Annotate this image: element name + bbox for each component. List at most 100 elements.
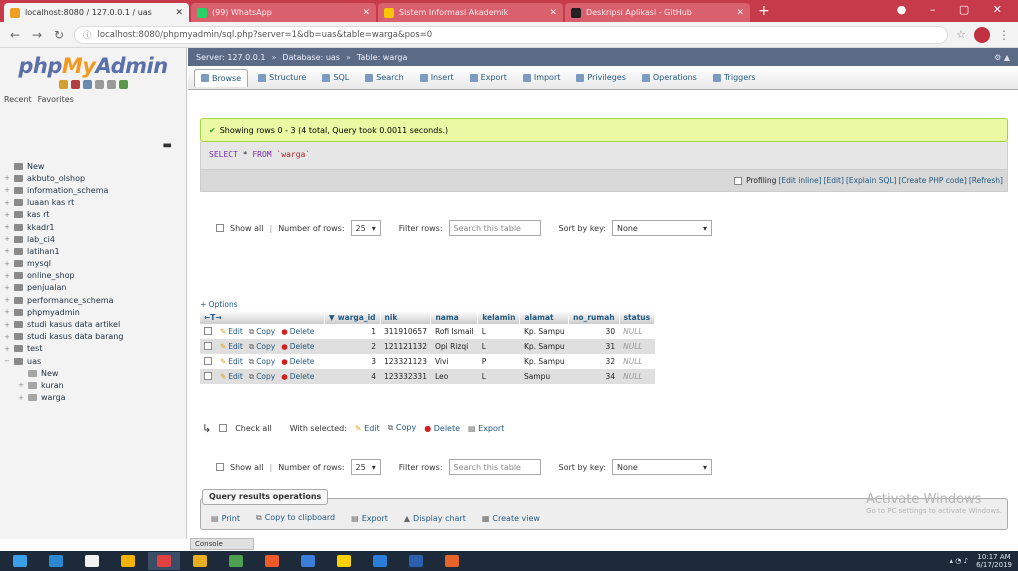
- profiling-link[interactable]: [Edit inline]: [778, 176, 821, 185]
- nav-db-item[interactable]: + online_shop: [2, 270, 182, 282]
- bookmark-star-icon[interactable]: ☆: [956, 28, 966, 41]
- expand-icon[interactable]: +: [2, 296, 12, 304]
- row-edit-button[interactable]: ✎ Edit: [220, 327, 243, 336]
- close-tab-icon[interactable]: ✕: [549, 8, 557, 18]
- breadcrumb-controls[interactable]: ⚙ ▲: [994, 53, 1010, 62]
- expand-icon[interactable]: −: [2, 357, 12, 365]
- cell-nik[interactable]: 123332331: [380, 369, 431, 384]
- nav-db-item[interactable]: + studi kasus data artikel: [2, 318, 182, 330]
- cell-alamat[interactable]: Sampu: [519, 369, 569, 384]
- column-header-alamat[interactable]: alamat: [519, 311, 570, 324]
- browser-menu-icon[interactable]: ⋮: [998, 28, 1010, 42]
- recent-tab[interactable]: Recent: [4, 95, 32, 104]
- nav-db-item[interactable]: + penjualan: [2, 282, 182, 294]
- phpmyadmin-logo[interactable]: phpMyAdmin: [0, 48, 186, 78]
- expand-icon[interactable]: +: [2, 174, 12, 182]
- tab-browse[interactable]: Browse: [194, 68, 249, 87]
- expand-icon[interactable]: +: [2, 284, 12, 292]
- cell-alamat[interactable]: Kp. Sampu: [519, 339, 569, 354]
- options-toggle[interactable]: + Options: [200, 300, 238, 309]
- nav-db-item[interactable]: + studi kasus data barang: [2, 331, 182, 343]
- taskbar-app[interactable]: [184, 552, 216, 570]
- row-copy-button[interactable]: ⧉ Copy: [249, 342, 275, 352]
- settings-icon[interactable]: [106, 80, 116, 89]
- row-delete-button[interactable]: ● Delete: [281, 327, 314, 336]
- nav-db-item[interactable]: − uas: [2, 355, 182, 367]
- nav-db-item[interactable]: + latihan1: [2, 245, 182, 257]
- column-header-status[interactable]: status: [619, 311, 656, 324]
- taskbar-app[interactable]: [436, 552, 468, 570]
- row-checkbox[interactable]: [204, 371, 212, 380]
- expand-icon[interactable]: +: [2, 321, 12, 329]
- taskbar-app[interactable]: [112, 552, 144, 570]
- cell-no_rumah[interactable]: 30: [568, 324, 620, 339]
- breadcrumb-database[interactable]: Database: uas: [282, 53, 340, 62]
- row-copy-button[interactable]: ⧉ Copy: [249, 372, 275, 382]
- sort-by-key-select[interactable]: None ▾: [611, 459, 712, 475]
- row-delete-button[interactable]: ● Delete: [281, 357, 314, 366]
- browser-tab-phpmyadmin[interactable]: localhost:8080 / 127.0.0.1 / uas ✕: [4, 3, 189, 22]
- cell-nama[interactable]: Vivi: [430, 354, 478, 369]
- profile-avatar[interactable]: [974, 26, 990, 43]
- bulk-delete-button[interactable]: ● Delete: [424, 424, 460, 433]
- cell-kelamin[interactable]: P: [477, 354, 520, 369]
- taskbar-app[interactable]: [400, 552, 432, 570]
- nav-db-item[interactable]: + akbuto_olshop: [2, 172, 182, 184]
- check-all-label[interactable]: Check all: [235, 424, 272, 433]
- expand-icon[interactable]: +: [2, 260, 12, 268]
- show-all-checkbox[interactable]: [216, 463, 224, 471]
- cell-kelamin[interactable]: L: [477, 369, 520, 384]
- taskbar-app[interactable]: [76, 552, 108, 570]
- row-checkbox[interactable]: [204, 341, 212, 350]
- expand-icon[interactable]: +: [2, 235, 12, 243]
- filter-rows-input[interactable]: Search this table: [448, 459, 541, 475]
- home-icon[interactable]: [58, 80, 68, 89]
- row-checkbox[interactable]: [204, 356, 212, 365]
- favorites-tab[interactable]: Favorites: [38, 95, 74, 104]
- expand-icon[interactable]: +: [2, 223, 12, 231]
- cell-kelamin[interactable]: L: [477, 339, 520, 354]
- close-tab-icon[interactable]: ✕: [175, 8, 183, 18]
- qro-display-chart[interactable]: ▲ Display chart: [404, 514, 466, 523]
- cell-nik[interactable]: 311910657: [380, 324, 431, 339]
- number-of-rows-select[interactable]: 25 ▾: [350, 220, 381, 236]
- cell-warga_id[interactable]: 2: [324, 339, 381, 354]
- row-copy-button[interactable]: ⧉ Copy: [249, 357, 275, 367]
- profiling-checkbox[interactable]: [734, 176, 743, 185]
- tab-insert[interactable]: Insert: [414, 69, 460, 86]
- sort-by-key-select[interactable]: None ▾: [611, 220, 712, 236]
- tab-search[interactable]: Search: [359, 69, 409, 86]
- cell-alamat[interactable]: Kp. Sampu: [519, 354, 569, 369]
- expand-icon[interactable]: +: [16, 381, 26, 389]
- show-all-checkbox[interactable]: [216, 224, 224, 232]
- cell-alamat[interactable]: Kp. Sampu: [519, 324, 569, 339]
- check-all-checkbox[interactable]: [219, 424, 228, 432]
- row-copy-button[interactable]: ⧉ Copy: [249, 327, 275, 337]
- bulk-copy-button[interactable]: ⧉ Copy: [388, 423, 417, 433]
- number-of-rows-select[interactable]: 25 ▾: [350, 459, 381, 475]
- nav-db-item[interactable]: + performance_schema: [2, 294, 182, 306]
- bulk-export-button[interactable]: ▤ Export: [468, 424, 504, 433]
- docs-icon[interactable]: [94, 80, 104, 89]
- sql-query-box[interactable]: SELECT * FROM `warga`: [200, 142, 1008, 170]
- column-header-nik[interactable]: nik: [380, 311, 432, 324]
- profiling-link[interactable]: [Explain SQL]: [846, 176, 897, 185]
- nav-db-item[interactable]: New: [2, 367, 182, 379]
- nav-db-item[interactable]: + lab_ci4: [2, 233, 182, 245]
- tab-export[interactable]: Export: [464, 69, 513, 86]
- cell-warga_id[interactable]: 3: [324, 354, 381, 369]
- expand-icon[interactable]: +: [16, 394, 26, 402]
- reload-icon[interactable]: ↻: [52, 28, 66, 42]
- profiling-link[interactable]: [Edit]: [824, 176, 844, 185]
- back-icon[interactable]: ←: [8, 28, 22, 42]
- query-window-icon[interactable]: [82, 80, 92, 89]
- column-header-no_rumah[interactable]: no_rumah: [568, 311, 620, 324]
- nav-db-item[interactable]: + mysql: [2, 258, 182, 270]
- taskbar-app[interactable]: [256, 552, 288, 570]
- qro-print[interactable]: ▤ Print: [211, 514, 240, 523]
- tray-icons[interactable]: ▴ ◔ ♪: [950, 557, 969, 565]
- expand-icon[interactable]: +: [2, 211, 12, 219]
- nav-db-item[interactable]: New: [2, 160, 182, 172]
- tab-operations[interactable]: Operations: [636, 69, 703, 86]
- nav-db-item[interactable]: + kkadr1: [2, 221, 182, 233]
